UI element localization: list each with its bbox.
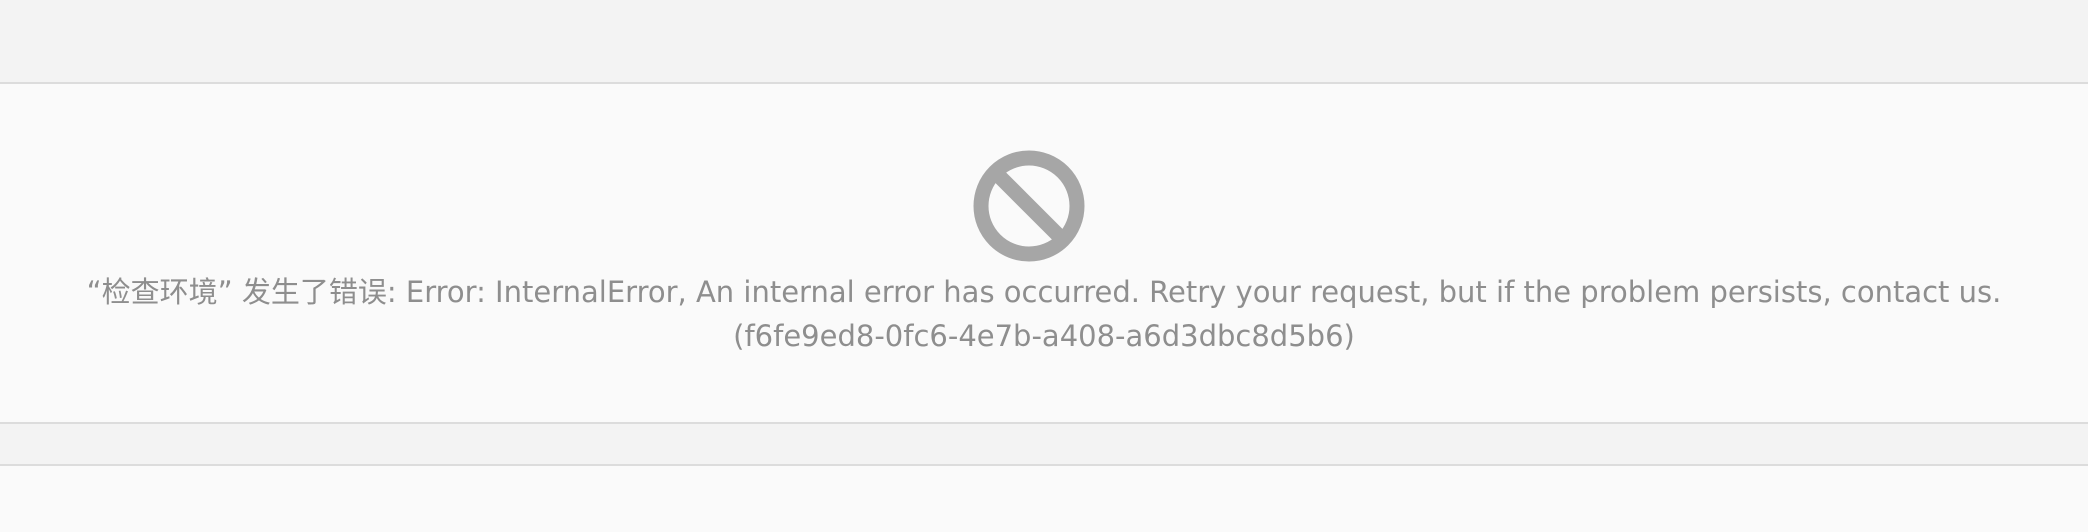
bottom-panel <box>0 466 2088 532</box>
error-message: “检查环境” 发生了错误: Error: InternalError, An i… <box>86 275 2002 309</box>
prohibited-icon <box>973 150 1085 262</box>
error-request-id: (f6fe9ed8-0fc6-4e7b-a408-a6d3dbc8d5b6) <box>733 319 1355 353</box>
divider-strip <box>0 424 2088 466</box>
error-panel: “检查环境” 发生了错误: Error: InternalError, An i… <box>0 84 2088 424</box>
top-toolbar-strip <box>0 0 2088 84</box>
